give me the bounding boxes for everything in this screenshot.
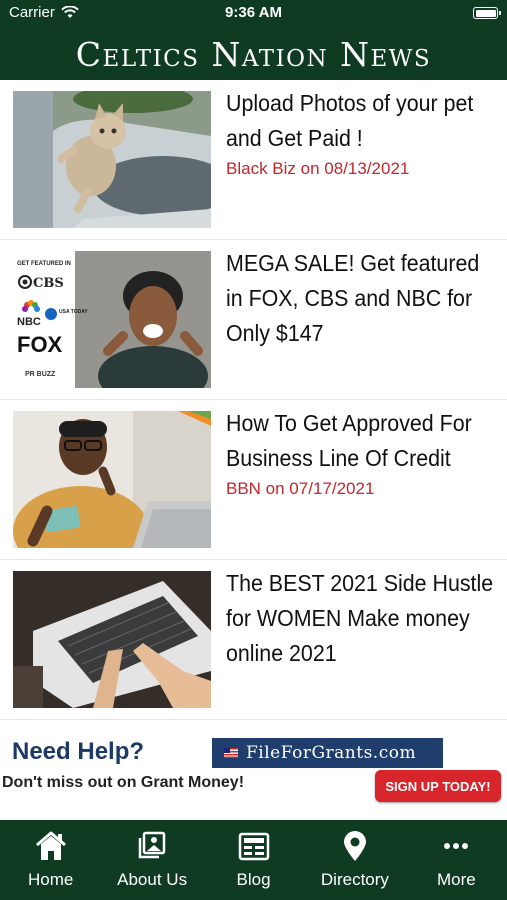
app-header: Celtics Nation News xyxy=(0,28,507,80)
cbs-logo: CBS xyxy=(33,276,64,291)
article-title[interactable]: MEGA SALE! Get featured in FOX, CBS and … xyxy=(226,246,496,351)
sign-up-button[interactable]: SIGN UP TODAY! xyxy=(375,770,501,802)
tab-directory[interactable]: Directory xyxy=(304,820,405,900)
tab-home[interactable]: Home xyxy=(0,820,101,900)
ad-headline: Need Help? xyxy=(12,738,145,765)
photos-icon xyxy=(138,831,166,859)
tab-more[interactable]: More xyxy=(406,820,507,900)
ad-logo-text: FileForGrants.com xyxy=(246,743,417,763)
ad-banner[interactable]: Need Help? Don't miss out on Grant Money… xyxy=(0,736,507,820)
article-thumbnail-kitten[interactable] xyxy=(13,91,211,228)
ad-subtext: Don't miss out on Grant Money! xyxy=(2,774,245,791)
tab-label: Blog xyxy=(236,870,271,889)
tab-label: Home xyxy=(28,870,74,889)
ad-logo: FileForGrants.com xyxy=(212,738,443,768)
more-icon xyxy=(444,843,469,849)
newspaper-icon xyxy=(238,832,269,861)
tab-blog[interactable]: Blog xyxy=(203,820,304,900)
flag-icon xyxy=(224,748,238,758)
tab-label: More xyxy=(436,870,476,889)
tab-label: About Us xyxy=(117,870,188,889)
article-meta: BBN on 07/17/2021 xyxy=(226,479,375,498)
promo-label: GET FEATURED IN xyxy=(17,261,71,267)
article-item[interactable]: Upload Photos of your pet and Get Paid !… xyxy=(0,80,507,240)
nbc-logo: NBC xyxy=(17,316,41,328)
fox-logo: FOX xyxy=(17,332,63,357)
usa-today-logo: USA TODAY xyxy=(59,309,88,315)
article-thumbnail-credit[interactable] xyxy=(13,411,211,548)
pr-buzz-logo: PR BUZZ xyxy=(25,371,56,378)
map-pin-icon xyxy=(343,831,366,861)
tab-bar: Home About Us Blog Directory More xyxy=(0,820,507,900)
tab-label: Directory xyxy=(320,870,389,889)
battery-icon xyxy=(473,7,501,19)
status-bar: Carrier 9:36 AM xyxy=(0,0,507,28)
article-meta: Black Biz on 08/13/2021 xyxy=(226,159,410,178)
article-title[interactable]: Upload Photos of your pet and Get Paid ! xyxy=(226,86,496,156)
article-item[interactable]: GET FEATURED IN CBS NBC USA TODAY FOX PR… xyxy=(0,240,507,400)
article-item[interactable]: The BEST 2021 Side Hustle for WOMEN Make… xyxy=(0,560,507,720)
article-thumbnail-media-promo[interactable]: GET FEATURED IN CBS NBC USA TODAY FOX PR… xyxy=(13,251,211,388)
article-item[interactable]: How To Get Approved For Business Line Of… xyxy=(0,400,507,560)
tab-about-us[interactable]: About Us xyxy=(101,820,202,900)
article-title[interactable]: How To Get Approved For Business Line Of… xyxy=(226,406,496,476)
app-title: Celtics Nation News xyxy=(75,34,432,74)
article-title[interactable]: The BEST 2021 Side Hustle for WOMEN Make… xyxy=(226,566,496,671)
home-icon xyxy=(35,831,66,860)
clock: 9:36 AM xyxy=(225,4,282,21)
article-thumbnail-laptop[interactable] xyxy=(13,571,211,708)
